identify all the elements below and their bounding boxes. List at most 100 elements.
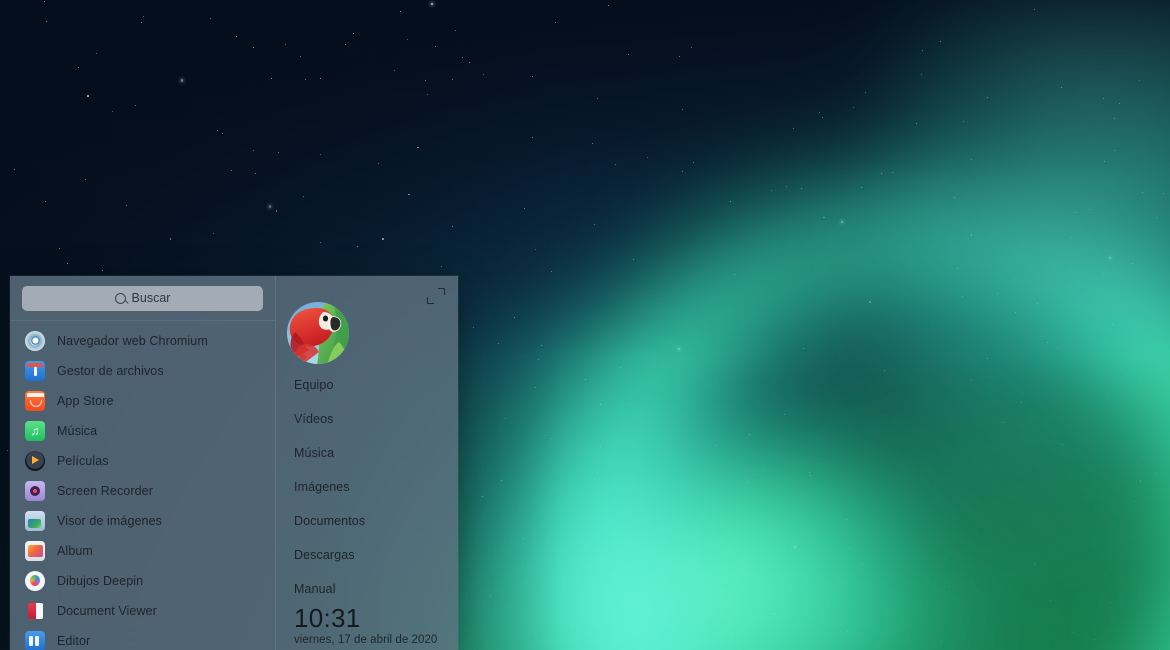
app-list-item-label: Navegador web Chromium (57, 333, 208, 348)
app-list-item[interactable]: Editor (10, 626, 275, 650)
star (6, 449, 8, 451)
place-list-item-label: Imágenes (294, 480, 350, 494)
star (1069, 236, 1071, 238)
album-icon (25, 540, 45, 561)
star (77, 66, 79, 68)
app-store-icon (25, 390, 45, 411)
place-list-item[interactable]: Documentos (294, 504, 458, 538)
star (827, 606, 829, 608)
app-list-item-label: Dibujos Deepin (57, 573, 144, 588)
star (181, 79, 184, 82)
launcher-side-column: Equipo Vídeos Música Imágenes Documentos Desc… (275, 276, 458, 650)
screen-recorder-icon (25, 480, 45, 501)
star (377, 163, 379, 164)
star (399, 10, 401, 12)
place-list-item[interactable]: Vídeos (294, 402, 458, 436)
star (614, 163, 616, 165)
star (497, 342, 499, 344)
star (549, 437, 551, 439)
star (434, 45, 436, 47)
app-list-item-label: Album (57, 543, 93, 558)
star (1132, 500, 1134, 502)
star (222, 132, 224, 134)
place-list-item[interactable]: Equipo (294, 368, 458, 402)
star (417, 146, 419, 149)
star (869, 301, 871, 303)
star (853, 106, 855, 108)
star (535, 386, 536, 388)
star (555, 627, 557, 629)
place-list-item[interactable]: Descargas (294, 538, 458, 572)
star (87, 95, 89, 97)
app-list-item[interactable]: App Store (10, 386, 275, 416)
application-launcher: Buscar Navegador web Chromium Gestor de a… (10, 276, 458, 650)
app-list-item[interactable]: Gestor de archivos (10, 356, 275, 386)
app-list-item[interactable]: Document Viewer (10, 596, 275, 626)
star (452, 78, 454, 80)
star (864, 92, 866, 94)
star (254, 172, 256, 174)
app-list-item[interactable]: Dibujos Deepin (10, 566, 275, 596)
star (454, 29, 456, 31)
app-list-item[interactable]: Visor de imágenes (10, 506, 275, 536)
star (111, 110, 113, 112)
star (430, 2, 434, 5)
star (599, 445, 601, 447)
search-placeholder: Buscar (131, 291, 171, 306)
place-list-item[interactable]: Música (294, 436, 458, 470)
music-icon (25, 420, 45, 441)
app-list-item-label: Películas (57, 453, 109, 468)
clock-widget: 10:31 viernes, 17 de abril de 2020 (294, 604, 450, 646)
place-list-item-label: Manual (294, 582, 336, 596)
star (584, 378, 586, 380)
app-list-item-label: Música (57, 423, 98, 438)
avatar[interactable] (287, 302, 349, 364)
star (786, 185, 787, 187)
star (504, 417, 506, 419)
star (140, 21, 142, 23)
document-viewer-icon (25, 601, 45, 621)
star (1049, 599, 1051, 601)
place-list-item[interactable]: Manual (294, 572, 458, 606)
star (1162, 192, 1164, 194)
star (278, 151, 280, 153)
clock-time: 10:31 (294, 602, 361, 633)
app-list-item[interactable]: Album (10, 536, 275, 566)
star (101, 269, 103, 271)
star (531, 76, 533, 78)
star (252, 46, 254, 48)
app-list-item-label: Visor de imágenes (57, 513, 163, 528)
star (1056, 347, 1058, 349)
star (275, 210, 278, 212)
star (1061, 443, 1063, 445)
search-icon (114, 293, 126, 304)
star (1093, 638, 1095, 640)
star (302, 196, 304, 198)
expand-arrows-icon[interactable] (426, 286, 446, 306)
search-area: Buscar (10, 276, 275, 320)
star (594, 223, 595, 225)
star (534, 248, 536, 250)
star (382, 238, 384, 240)
star (1113, 149, 1115, 151)
search-input[interactable]: Buscar (22, 286, 263, 311)
star (956, 268, 958, 269)
app-list-item[interactable]: Películas (10, 446, 275, 476)
app-list-item[interactable]: Navegador web Chromium (10, 326, 275, 356)
file-manager-icon (25, 360, 45, 381)
movies-icon (25, 450, 45, 471)
star (747, 481, 749, 483)
star (1014, 311, 1016, 313)
place-list-item[interactable]: Imágenes (294, 470, 458, 504)
chromium-icon (25, 330, 45, 351)
app-list-item[interactable]: Música (10, 416, 275, 446)
star (891, 171, 893, 173)
app-list-item[interactable]: Screen Recorder (10, 476, 275, 506)
star (1155, 216, 1157, 218)
star (540, 344, 542, 346)
star (731, 632, 733, 634)
star (681, 170, 683, 172)
star (1103, 161, 1105, 162)
star (270, 77, 272, 79)
places-list: Equipo Vídeos Música Imágenes Documentos Desc… (294, 368, 458, 606)
